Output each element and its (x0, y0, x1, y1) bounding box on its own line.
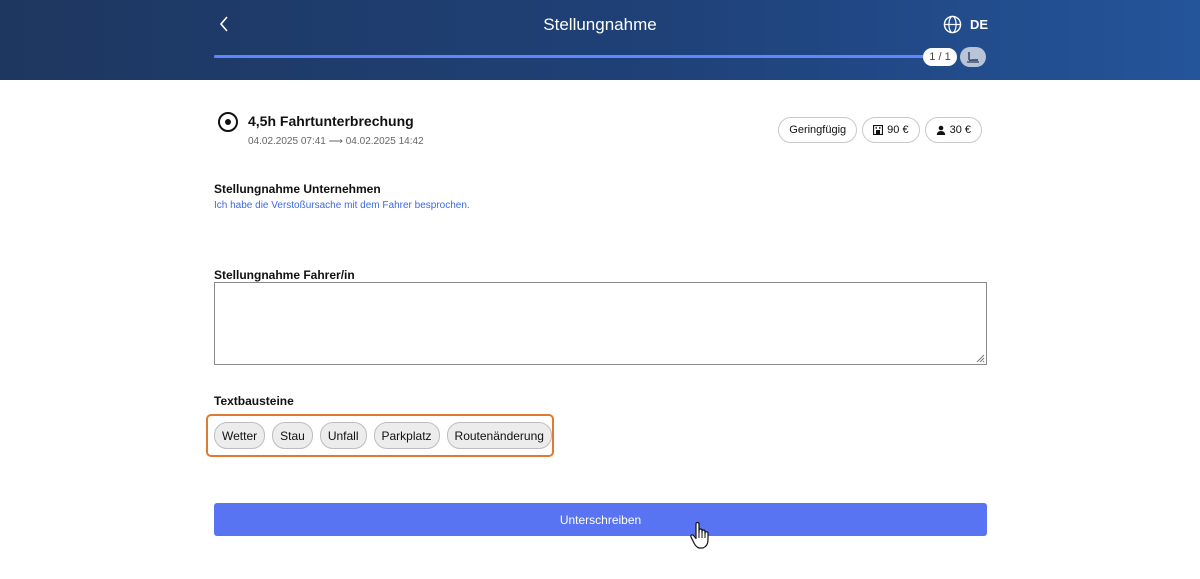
text-block-chip[interactable]: Wetter (214, 422, 266, 449)
severity-badge: Geringfügig (778, 117, 858, 143)
globe-icon[interactable] (943, 15, 962, 34)
driver-statement-label: Stellungnahme Fahrer/in (214, 268, 355, 282)
text-blocks-label: Textbausteine (214, 394, 294, 408)
violation-target-icon (218, 112, 238, 132)
driver-statement-textarea[interactable] (214, 282, 987, 365)
progress-fill (214, 55, 926, 58)
text-block-chip[interactable]: Routenänderung (446, 422, 552, 449)
header-bar: Stellungnahme DE 1 / 1 (0, 0, 1200, 80)
text-blocks-group: Wetter Stau Unfall Parkplatz Routenänder… (206, 414, 554, 457)
text-block-chip[interactable]: Stau (272, 422, 313, 449)
company-fine-badge: 90 € (862, 117, 920, 143)
driver-fine-badge: 30 € (924, 117, 982, 143)
violation-title: 4,5h Fahrtunterbrechung (248, 113, 414, 129)
company-statement-text: Ich habe die Verstoßursache mit dem Fahr… (214, 200, 470, 211)
building-icon (873, 125, 884, 135)
text-block-chip[interactable]: Parkplatz (373, 422, 440, 449)
severity-badge-label: Geringfügig (789, 124, 847, 136)
violation-time-range: 04.02.2025 07:41 ⟶ 04.02.2025 14:42 (248, 136, 424, 147)
page-indicator: 1 / 1 (923, 48, 957, 66)
driver-fine-label: 30 € (949, 124, 971, 136)
company-fine-label: 90 € (887, 124, 909, 136)
person-icon (936, 125, 945, 135)
resize-handle-icon[interactable] (975, 353, 985, 363)
violation-badges: Geringfügig 90 € 30 € (778, 117, 982, 143)
language-selector[interactable]: DE (970, 17, 988, 32)
signature-icon (967, 52, 979, 63)
text-block-chip[interactable]: Unfall (319, 422, 367, 449)
page-title: Stellungnahme (543, 15, 657, 34)
progress-bar (214, 55, 926, 58)
company-statement-label: Stellungnahme Unternehmen (214, 182, 381, 196)
sign-button[interactable]: Unterschreiben (214, 503, 987, 536)
signature-step-button[interactable] (960, 47, 986, 67)
